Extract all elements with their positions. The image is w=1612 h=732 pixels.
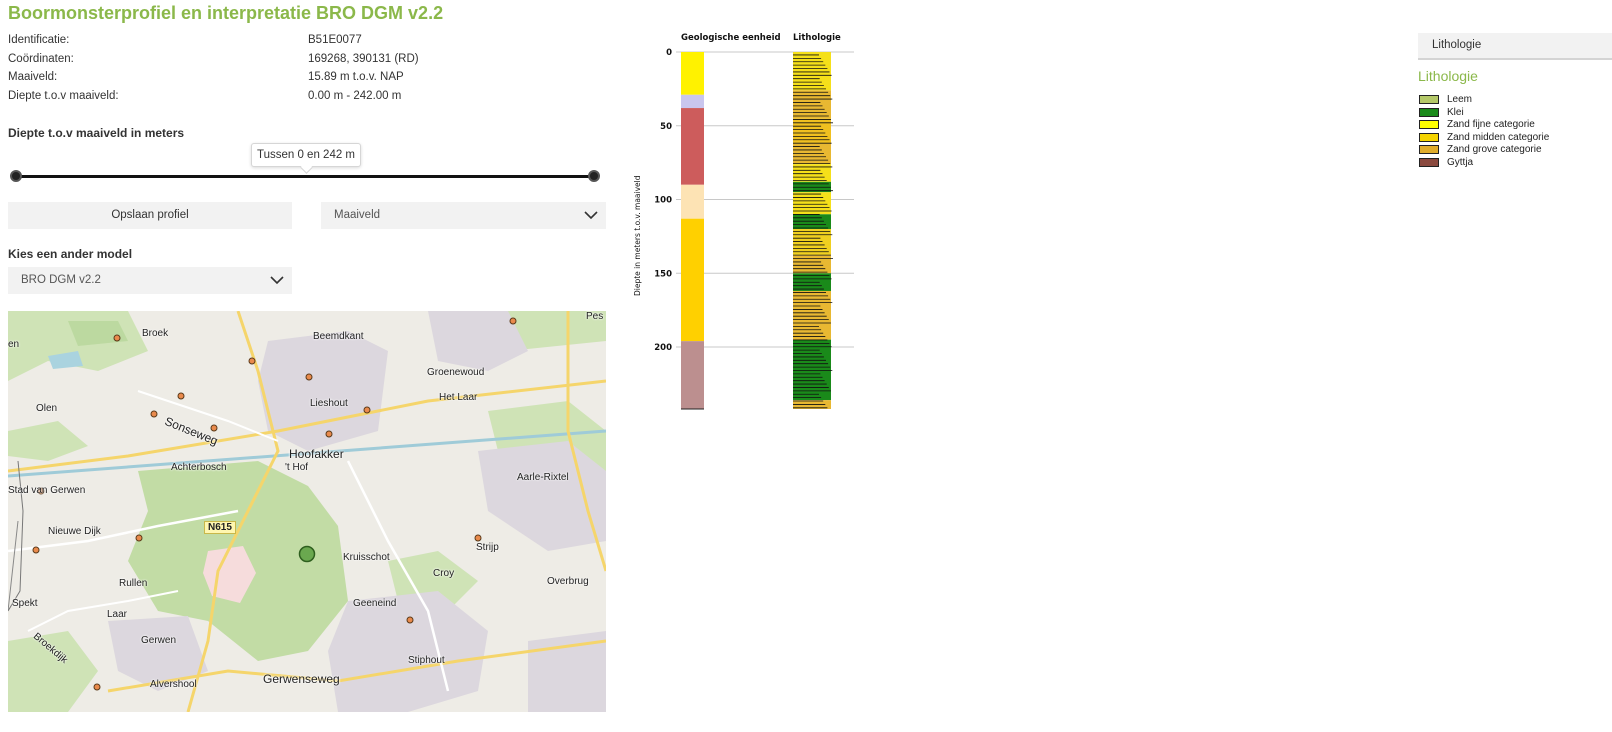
geologische-eenheid-layer (681, 184, 704, 219)
lithologie-layer (793, 90, 831, 119)
info-value: 169268, 390131 (RD) (308, 52, 419, 65)
model-select[interactable]: BRO DGM v2.2 (8, 267, 292, 294)
save-profile-button[interactable]: Opslaan profiel (8, 202, 292, 229)
y-tick-label: 150 (654, 269, 672, 279)
geologische-eenheid-layer (681, 108, 704, 185)
map-label: Kruisschot (343, 552, 390, 563)
map-label: Het Laar (439, 392, 478, 403)
map-label: Olen (36, 403, 58, 414)
map-label: Stiphout (408, 655, 445, 666)
legend-swatch (1419, 145, 1439, 155)
map-label: Groenewoud (427, 367, 485, 378)
map-label: Rullen (119, 578, 148, 589)
map-label: en (8, 339, 20, 350)
y-tick-label: 50 (660, 122, 672, 132)
info-row-coordinaten: Coördinaten: 169268, 390131 (RD) (8, 53, 608, 72)
info-key: Maaiveld: (8, 71, 58, 83)
selected-borehole-marker[interactable] (298, 545, 316, 563)
info-value: B51E0077 (308, 34, 362, 46)
depth-slider-track[interactable] (16, 175, 594, 178)
model-select-value: BRO DGM v2.2 (21, 274, 101, 286)
geologische-eenheid-layer (681, 94, 704, 109)
geologische-eenheid-layer (681, 218, 704, 342)
legend-swatch (1419, 157, 1439, 167)
chart-ticks: 0 50 100 150 200 (654, 48, 672, 353)
map-label: Aarle-Rixtel (517, 472, 569, 483)
legend-swatch (1419, 107, 1439, 117)
map-label: Overbrug (547, 576, 589, 587)
geologische-eenheid-column (681, 52, 704, 410)
map-label: Broek (142, 328, 169, 339)
column-header-lithologie: Lithologie (793, 33, 841, 43)
reference-level-value: Maaiveld (334, 209, 381, 221)
depth-slider-max-handle[interactable] (588, 170, 600, 182)
legend-swatch (1419, 120, 1439, 130)
legend-label: Gyttja (1447, 156, 1474, 168)
map-label: Beemdkant (313, 331, 364, 342)
map-label: Croy (433, 568, 455, 579)
map-label: Gerwen (141, 635, 177, 646)
info-row-identificatie: Identificatie: B51E0077 (8, 34, 608, 53)
y-axis-title: Diepte in meters t.o.v. maaiveld (633, 175, 642, 296)
map-label: Nieuwe Dijk (48, 526, 101, 537)
info-table: Identificatie: B51E0077 Coördinaten: 169… (8, 34, 608, 108)
borehole-profile-chart: 0 50 100 150 200 Geologische eenheid Litholo… (633, 33, 854, 410)
map-label: Hoofakker (289, 447, 344, 461)
model-select-label: Kies een ander model (8, 247, 133, 261)
y-tick-label: 100 (654, 196, 672, 206)
legend-label: Leem (1447, 94, 1473, 105)
map-label: Strijp (476, 542, 499, 553)
page-title: Boormonsterprofiel en interpretatie BRO … (8, 3, 444, 23)
map-label: Achterbosch (171, 462, 227, 473)
info-key: Diepte t.o.v maaiveld: (8, 89, 119, 102)
column-header-geologische-eenheid: Geologische eenheid (681, 33, 781, 43)
info-value: 0.00 m - 242.00 m (308, 89, 402, 102)
tab-lithologie[interactable]: Lithologie (1418, 33, 1612, 60)
chevron-down-icon (584, 211, 598, 220)
map-label: 't Hof (285, 462, 309, 473)
map-label: Gerwenseweg (263, 672, 340, 686)
map-label: Stad van Gerwen (8, 485, 86, 496)
geologische-eenheid-layer (681, 52, 704, 95)
map-label: Spekt (12, 598, 38, 609)
legend-label: Zand midden categorie (1447, 131, 1550, 143)
slider-tooltip: Tussen 0 en 242 m (251, 143, 361, 167)
road-label-n615: N615 (204, 521, 236, 534)
reference-level-select[interactable]: Maaiveld (321, 202, 606, 229)
legend-title: Lithologie (1418, 68, 1478, 84)
info-row-maaiveld: Maaiveld: 15.89 m t.o.v. NAP (8, 71, 608, 90)
legend-label: Zand grove categorie (1447, 144, 1542, 156)
map-label: Alvershool (150, 679, 197, 690)
map-background (8, 311, 606, 712)
lithologie-column (793, 52, 833, 409)
chevron-down-icon (270, 276, 284, 285)
legend-label: Klei (1447, 106, 1464, 118)
info-key: Coördinaten: (8, 52, 74, 65)
lithologie-layer (793, 290, 831, 340)
info-row-diepte: Diepte t.o.v maaiveld: 0.00 m - 242.00 m (8, 90, 608, 109)
depth-slider-min-handle[interactable] (10, 170, 22, 182)
y-tick-label: 200 (654, 343, 672, 353)
map-label: Geeneind (353, 598, 397, 609)
legend-label: Zand fijne categorie (1447, 119, 1535, 131)
geologische-eenheid-layer (681, 341, 704, 409)
info-value: 15.89 m t.o.v. NAP (308, 71, 404, 83)
y-tick-label: 0 (666, 48, 672, 58)
info-key: Identificatie: (8, 34, 70, 46)
legend-swatch (1419, 132, 1439, 142)
lithologie-layer (793, 214, 831, 230)
legend-swatch (1419, 95, 1439, 104)
map-label: Pes (586, 311, 604, 322)
lithologie-layer (793, 52, 831, 91)
map-view[interactable]: Broek Beemdkant Groenewoud Het Laar Lies… (8, 311, 606, 712)
map-label: Lieshout (310, 398, 348, 409)
depth-filter-label: Diepte t.o.v maaiveld in meters (8, 126, 185, 140)
map-label: Laar (107, 609, 128, 620)
